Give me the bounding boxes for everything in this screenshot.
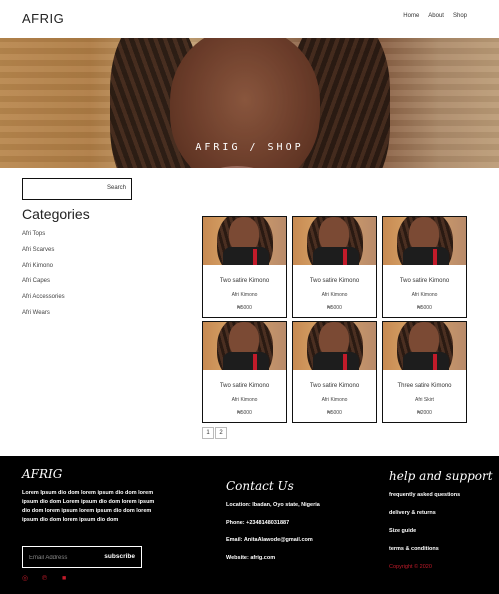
faq-link[interactable]: frequently asked questions — [389, 492, 460, 510]
help-heading: help and support — [389, 469, 493, 483]
product-category: Afri Kimono — [231, 397, 258, 403]
product-price: ₦5000 — [237, 410, 252, 416]
hero-title: AFRIG / SHOP — [195, 142, 304, 153]
product-name[interactable]: Three satire Kimono — [383, 383, 466, 389]
category-link-scarves[interactable]: Afri Scarves — [22, 247, 65, 263]
product-card[interactable]: Three satire Kimono Afri Skirt ₦2000 — [382, 321, 467, 423]
product-price: ₦5000 — [417, 305, 432, 311]
search-box: Search — [22, 178, 132, 200]
site-logo[interactable]: AFRIG — [22, 11, 64, 26]
search-input[interactable] — [27, 183, 97, 195]
category-link-kimono[interactable]: Afri Kimono — [22, 263, 65, 279]
contact-website[interactable]: Website: afrig.com — [226, 555, 320, 573]
product-image[interactable] — [383, 322, 466, 370]
contact-list: Location: Ibadan, Oyo state, Nigeria Pho… — [226, 502, 320, 572]
product-name[interactable]: Two satire Kimono — [293, 383, 376, 389]
product-name[interactable]: Two satire Kimono — [203, 278, 286, 284]
contact-heading: Contact Us — [226, 479, 294, 493]
terms-link[interactable]: terms & conditions — [389, 546, 460, 564]
subscribe-button[interactable]: subscribe — [104, 553, 135, 560]
product-image[interactable] — [293, 322, 376, 370]
product-name[interactable]: Two satire Kimono — [203, 383, 286, 389]
product-category: Afri Kimono — [231, 292, 258, 298]
product-price: ₦5000 — [327, 410, 342, 416]
footer-about-text: Lorem Ipsum dio dom lorem ipsum dio dom … — [22, 490, 155, 523]
categories-list: Afri Tops Afri Scarves Afri Kimono Afri … — [22, 231, 65, 326]
pagination: 1 2 — [202, 427, 227, 439]
help-links: frequently asked questions delivery & re… — [389, 492, 460, 564]
social-links: ◎ ℗ ■ — [22, 575, 69, 582]
category-link-capes[interactable]: Afri Capes — [22, 278, 65, 294]
product-card[interactable]: Two satire Kimono Afri Kimono ₦5000 — [292, 321, 377, 423]
nav-shop-link[interactable]: Shop — [453, 13, 467, 19]
nav-about-link[interactable]: About — [428, 13, 444, 19]
product-image[interactable] — [383, 217, 466, 265]
email-field[interactable] — [29, 553, 99, 563]
product-name[interactable]: Two satire Kimono — [383, 278, 466, 284]
product-image[interactable] — [203, 217, 286, 265]
page-1-button[interactable]: 1 — [202, 427, 214, 439]
product-category: Afri Skirt — [415, 397, 434, 403]
newsletter-form: subscribe — [22, 546, 142, 568]
contact-phone[interactable]: Phone: +2348148031887 — [226, 520, 320, 538]
delivery-returns-link[interactable]: delivery & returns — [389, 510, 460, 528]
contact-email[interactable]: Email: AnitaAlawode@gmail.com — [226, 537, 320, 555]
product-category: Afri Kimono — [321, 397, 348, 403]
size-guide-link[interactable]: Size guide — [389, 528, 460, 546]
footer-logo: AFRIG — [22, 467, 63, 481]
categories-heading: Categories — [22, 206, 90, 222]
category-link-wears[interactable]: Afri Wears — [22, 310, 65, 326]
nav-home-link[interactable]: Home — [403, 13, 419, 19]
product-price: ₦5000 — [237, 305, 252, 311]
search-button[interactable]: Search — [107, 185, 126, 191]
product-card[interactable]: Two satire Kimono Afri Kimono ₦5000 — [382, 216, 467, 318]
category-link-accessories[interactable]: Afri Accessories — [22, 294, 65, 310]
main-nav: Home About Shop — [403, 13, 467, 19]
product-name[interactable]: Two satire Kimono — [293, 278, 376, 284]
site-header: AFRIG Home About Shop — [0, 0, 499, 38]
facebook-icon[interactable]: ■ — [62, 575, 69, 582]
hero-banner: AFRIG / SHOP — [0, 38, 499, 168]
page-2-button[interactable]: 2 — [215, 427, 227, 439]
copyright-text: Copyright © 2020 — [389, 564, 432, 570]
instagram-icon[interactable]: ◎ — [22, 575, 29, 582]
pinterest-icon[interactable]: ℗ — [42, 575, 49, 582]
product-price: ₦2000 — [417, 410, 432, 416]
site-footer: AFRIG Lorem Ipsum dio dom lorem ipsum di… — [0, 456, 499, 594]
product-category: Afri Kimono — [411, 292, 438, 298]
product-card[interactable]: Two satire Kimono Afri Kimono ₦5000 — [292, 216, 377, 318]
product-card[interactable]: Two satire Kimono Afri Kimono ₦5000 — [202, 216, 287, 318]
contact-location: Location: Ibadan, Oyo state, Nigeria — [226, 502, 320, 508]
product-image[interactable] — [203, 322, 286, 370]
product-image[interactable] — [293, 217, 376, 265]
product-price: ₦5000 — [327, 305, 342, 311]
product-card[interactable]: Two satire Kimono Afri Kimono ₦5000 — [202, 321, 287, 423]
category-link-tops[interactable]: Afri Tops — [22, 231, 65, 247]
product-category: Afri Kimono — [321, 292, 348, 298]
